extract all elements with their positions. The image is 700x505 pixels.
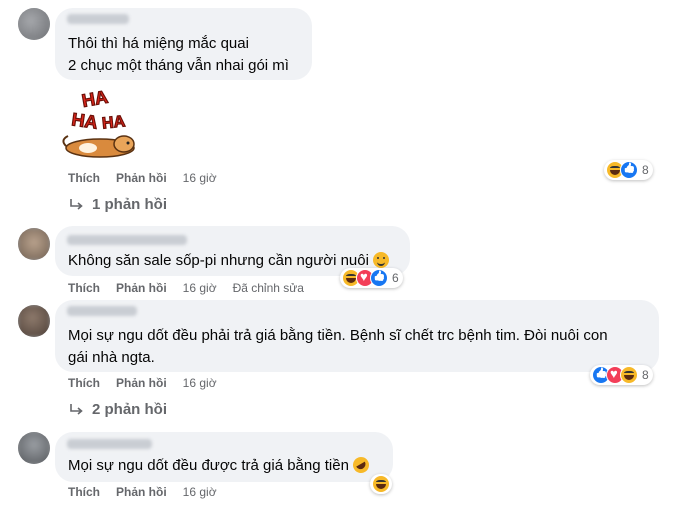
reply-arrow-icon <box>70 198 83 210</box>
reply-button[interactable]: Phản hồi <box>116 376 167 390</box>
commenter-name[interactable] <box>67 235 187 245</box>
reply-arrow-icon <box>70 403 83 415</box>
reaction-count: 8 <box>642 368 649 382</box>
timestamp[interactable]: 16 giờ <box>183 171 217 185</box>
reaction-count: 8 <box>642 163 649 177</box>
haha-reaction-icon <box>620 366 638 384</box>
comment-bubble: Mọi sự ngu dốt đều được trả giá bằng tiề… <box>55 432 393 482</box>
reaction-summary[interactable]: 8 <box>590 365 653 385</box>
sticker-text-bottom: HA <box>101 113 126 132</box>
view-replies-link[interactable]: 1 phản hồi <box>70 196 167 213</box>
timestamp[interactable]: 16 giờ <box>183 281 217 295</box>
reaction-count: 6 <box>392 271 399 285</box>
sticker-text-top: HA <box>80 88 109 111</box>
commenter-name[interactable] <box>67 14 129 24</box>
avatar[interactable] <box>18 432 50 464</box>
avatar[interactable] <box>18 8 50 40</box>
haha-sticker[interactable]: HA HA HA <box>58 86 142 162</box>
comment-text-line: Thôi thì há miệng mắc quai <box>68 35 249 52</box>
like-button[interactable]: Thích <box>68 485 100 499</box>
commenter-name[interactable] <box>67 439 152 449</box>
comment-actions: Thích Phản hồi 16 giờ <box>68 171 217 185</box>
comment-text-line: Mọi sự ngu dốt đều phải trả giá bằng tiề… <box>68 327 608 344</box>
comment-actions: Thích Phản hồi 16 giờ Đã chỉnh sửa <box>68 281 304 295</box>
comment-text-line: Mọi sự ngu dốt đều được trả giá bằng tiề… <box>68 454 372 476</box>
like-reaction-icon <box>370 269 388 287</box>
like-button[interactable]: Thích <box>68 171 100 185</box>
reply-button[interactable]: Phản hồi <box>116 281 167 295</box>
haha-reaction-icon <box>372 475 390 493</box>
reaction-summary[interactable] <box>370 474 392 494</box>
reply-button[interactable]: Phản hồi <box>116 485 167 499</box>
like-reaction-icon <box>620 161 638 179</box>
comment-text-line: 2 chục một tháng vẫn nhai gói mì <box>68 57 289 74</box>
comment-bubble: Thôi thì há miệng mắc quai 2 chục một th… <box>55 8 312 80</box>
avatar[interactable] <box>18 305 50 337</box>
avatar[interactable] <box>18 228 50 260</box>
like-button[interactable]: Thích <box>68 281 100 295</box>
timestamp[interactable]: 16 giờ <box>183 485 217 499</box>
view-replies-link[interactable]: 2 phản hồi <box>70 401 167 418</box>
comment-bubble: Mọi sự ngu dốt đều phải trả giá bằng tiề… <box>55 300 659 372</box>
commenter-name[interactable] <box>67 306 137 316</box>
replies-count: 2 phản hồi <box>92 401 167 418</box>
edited-label: Đã chỉnh sửa <box>232 281 304 295</box>
reaction-summary[interactable]: 8 <box>604 160 653 180</box>
comment-actions: Thích Phản hồi 16 giờ <box>68 485 217 499</box>
smile-emoji-icon <box>372 252 389 268</box>
replies-count: 1 phản hồi <box>92 196 167 213</box>
comment-text-line: gái nhà ngta. <box>68 349 155 366</box>
haha-dog-sticker-icon: HA HA HA <box>62 86 135 158</box>
reply-button[interactable]: Phản hồi <box>116 171 167 185</box>
comment-actions: Thích Phản hồi 16 giờ <box>68 376 217 390</box>
like-button[interactable]: Thích <box>68 376 100 390</box>
reaction-summary[interactable]: 6 <box>340 268 403 288</box>
sticker-text-mid: HA <box>70 109 99 132</box>
rofl-emoji-icon <box>349 454 372 476</box>
timestamp[interactable]: 16 giờ <box>183 376 217 390</box>
comment-text-line: Không săn sale sốp-pi nhưng cần người nu… <box>68 251 389 271</box>
